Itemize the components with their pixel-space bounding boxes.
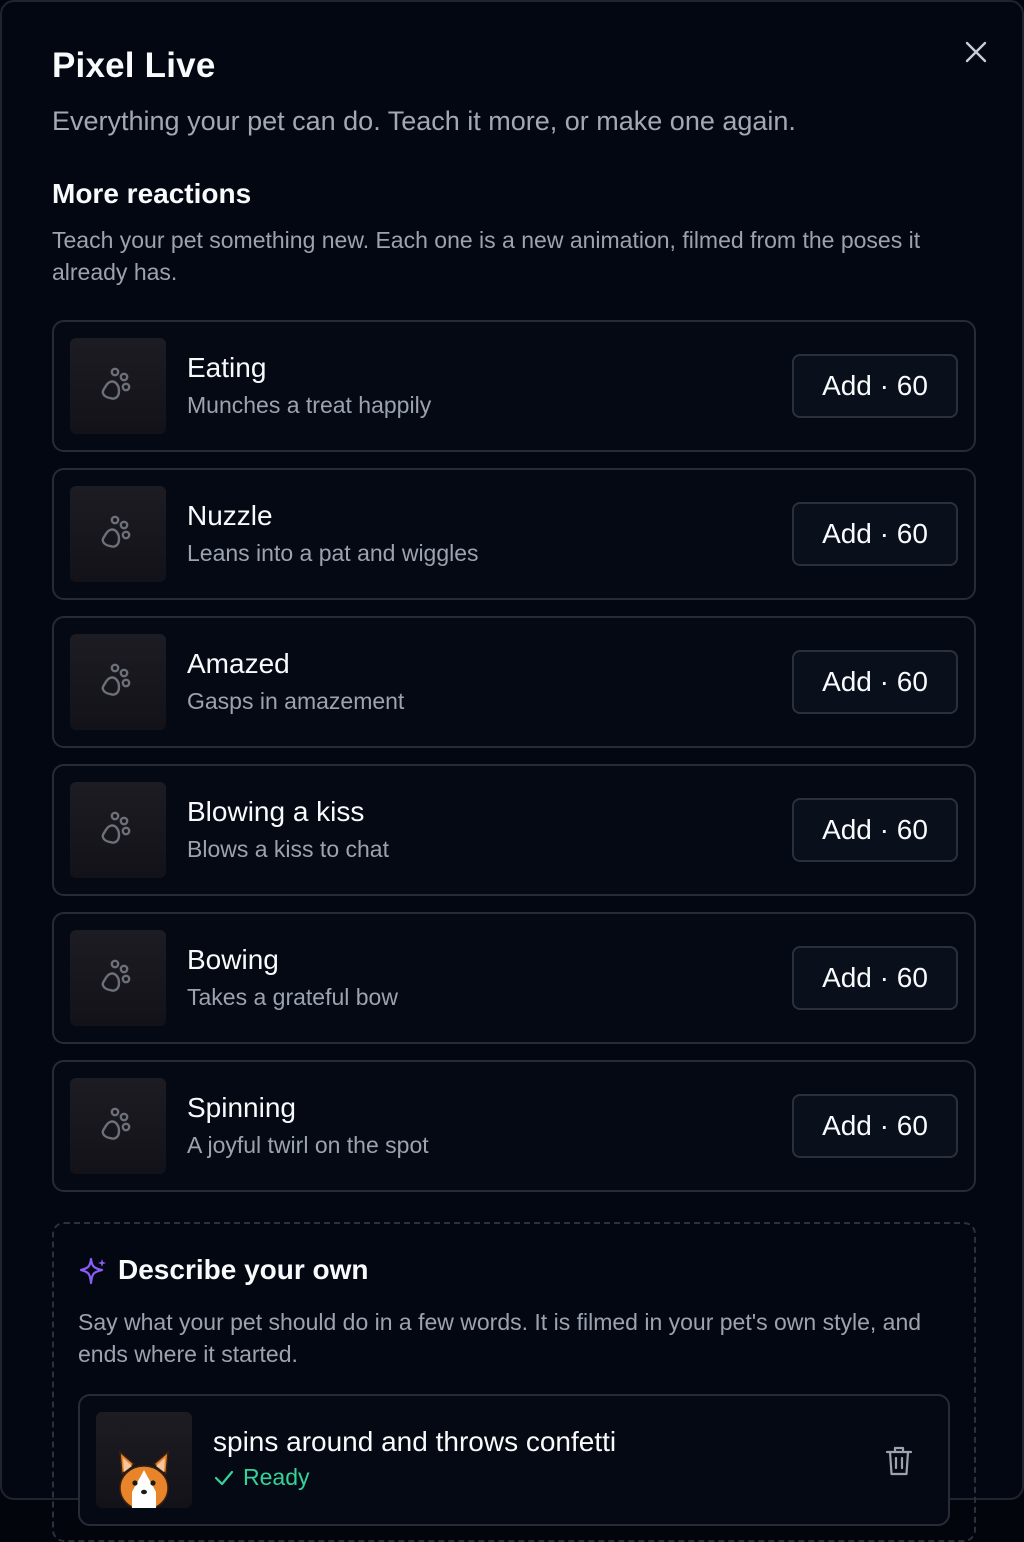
reaction-description: Blows a kiss to chat	[187, 836, 389, 862]
close-button[interactable]	[960, 36, 992, 68]
custom-reaction-text: spins around and throws confetti	[213, 1426, 617, 1457]
pixel-live-panel: Pixel Live Everything your pet can do. T…	[0, 0, 1024, 1542]
reaction-thumbnail	[70, 930, 166, 1026]
status-badge: Ready	[213, 1464, 309, 1491]
reaction-description: Takes a grateful bow	[187, 984, 398, 1010]
reaction-name: Nuzzle	[187, 500, 273, 531]
reaction-name: Blowing a kiss	[187, 796, 365, 827]
page-subtitle: Everything your pet can do. Teach it mor…	[52, 106, 796, 136]
reaction-name: Amazed	[187, 648, 290, 679]
paw-icon	[101, 367, 131, 400]
paw-icon	[101, 811, 131, 844]
page-title: Pixel Live	[52, 46, 216, 85]
reaction-description: Munches a treat happily	[187, 392, 432, 418]
reaction-item-eating: Eating Munches a treat happily Add · 60	[52, 320, 976, 452]
reaction-description: Leans into a pat and wiggles	[187, 540, 479, 566]
status-label: Ready	[243, 1464, 310, 1490]
describe-your-own-title: Describe your own	[118, 1254, 369, 1285]
close-icon	[965, 41, 987, 63]
add-reaction-button[interactable]: Add · 60	[792, 650, 958, 714]
describe-your-own-description: Say what your pet should do in a few wor…	[78, 1309, 922, 1367]
reaction-description: A joyful twirl on the spot	[187, 1132, 429, 1158]
describe-your-own-section: Describe your own Say what your pet shou…	[52, 1222, 976, 1542]
add-reaction-button[interactable]: Add · 60	[792, 798, 958, 862]
corgi-avatar	[119, 1450, 169, 1508]
reaction-item-bowing: Bowing Takes a grateful bow Add · 60	[52, 912, 976, 1044]
paw-icon	[101, 663, 131, 696]
reaction-description: Gasps in amazement	[187, 688, 405, 714]
add-reaction-button[interactable]: Add · 60	[792, 502, 958, 566]
add-reaction-button[interactable]: Add · 60	[792, 354, 958, 418]
pet-thumbnail	[96, 1412, 192, 1508]
reaction-item-amazed: Amazed Gasps in amazement Add · 60	[52, 616, 976, 748]
reaction-thumbnail	[70, 634, 166, 730]
add-reaction-button[interactable]: Add · 60	[792, 946, 958, 1010]
reaction-thumbnail	[70, 486, 166, 582]
add-reaction-button[interactable]: Add · 60	[792, 1094, 958, 1158]
reaction-item-nuzzle: Nuzzle Leans into a pat and wiggles Add …	[52, 468, 976, 600]
reaction-name: Eating	[187, 352, 267, 383]
more-reactions-title: More reactions	[52, 178, 252, 209]
reaction-name: Bowing	[187, 944, 279, 975]
reaction-thumbnail	[70, 338, 166, 434]
more-reactions-description: Teach your pet something new. Each one i…	[52, 227, 921, 285]
reaction-item-blowing-a-kiss: Blowing a kiss Blows a kiss to chat Add …	[52, 764, 976, 896]
trash-icon[interactable]	[884, 1444, 914, 1478]
custom-reaction-item: spins around and throws confetti Ready	[78, 1394, 950, 1526]
paw-icon	[101, 959, 131, 992]
paw-icon	[101, 515, 131, 548]
reaction-item-spinning: Spinning A joyful twirl on the spot Add …	[52, 1060, 976, 1192]
reaction-thumbnail	[70, 782, 166, 878]
reaction-thumbnail	[70, 1078, 166, 1174]
sparkle-icon	[79, 1257, 106, 1285]
reaction-name: Spinning	[187, 1092, 296, 1123]
check-icon	[214, 1470, 234, 1485]
paw-icon	[101, 1107, 131, 1140]
